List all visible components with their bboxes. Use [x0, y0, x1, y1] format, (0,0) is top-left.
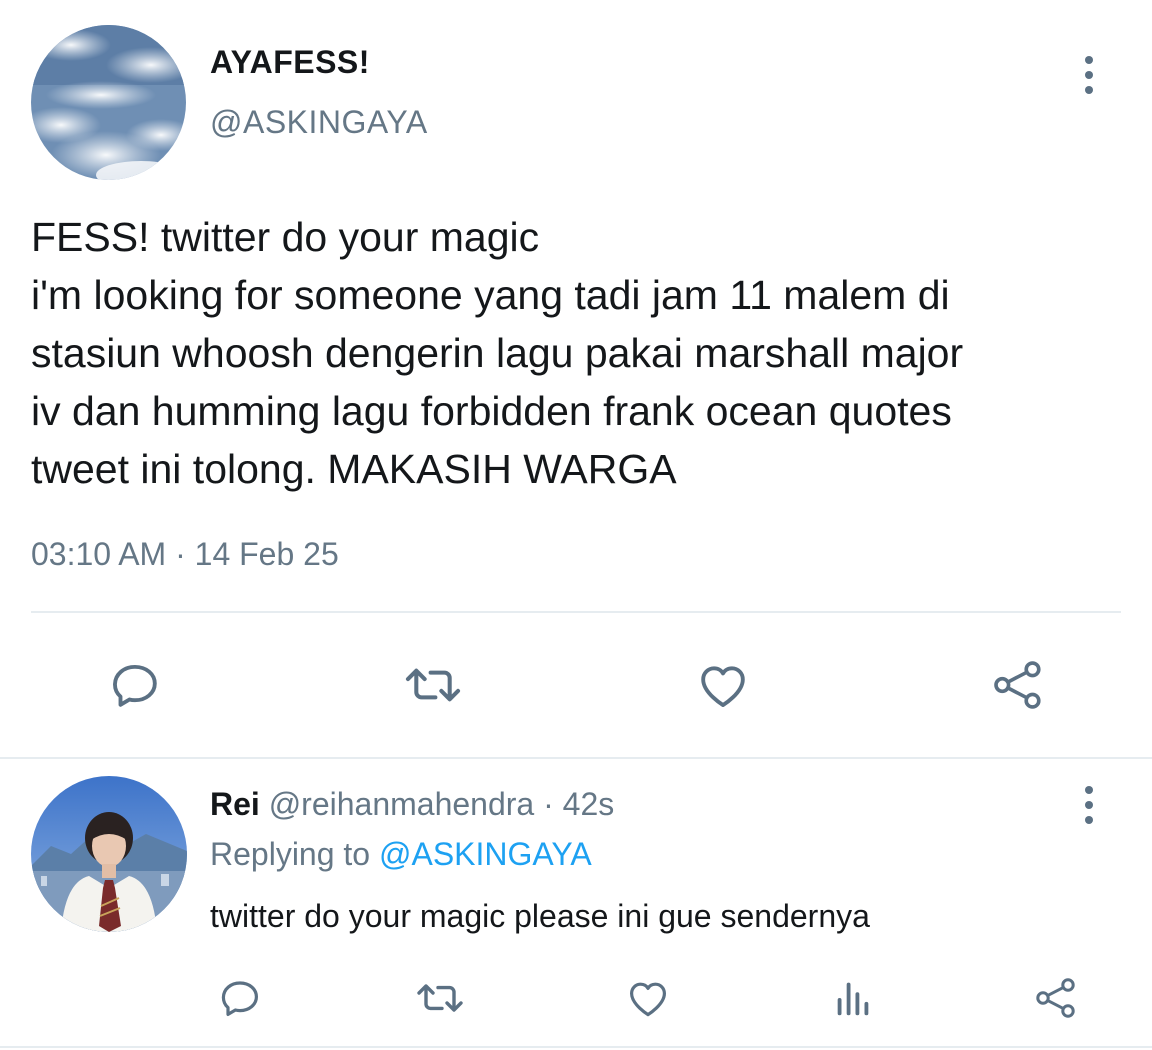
share-icon — [1035, 977, 1075, 1018]
more-options-button[interactable] — [1074, 56, 1104, 94]
main-tweet: AYAFESS! @ASKINGAYA FESS! twitter do you… — [0, 0, 1152, 757]
share-button[interactable] — [985, 655, 1050, 715]
tweet-text-line: FESS! twitter do your magic — [31, 214, 540, 260]
more-dot-icon — [1085, 786, 1093, 794]
like-button[interactable] — [690, 655, 755, 715]
like-icon — [700, 666, 745, 707]
more-dot-icon — [1085, 71, 1093, 79]
user-handle[interactable]: @ASKINGAYA — [210, 104, 428, 141]
mention-link[interactable]: @ASKINGAYA — [379, 836, 592, 872]
reply-user-avatar-image — [31, 776, 187, 932]
more-dot-icon — [1085, 801, 1093, 809]
tweet-text: FESS! twitter do your magic i'm looking … — [31, 208, 1141, 498]
more-options-button[interactable] — [1074, 786, 1104, 824]
display-name[interactable]: Rei — [210, 786, 260, 822]
divider — [31, 611, 1121, 613]
reply-header: Rei @reihanmahendra · 42s — [210, 786, 614, 823]
tweet-text-line: i'm looking for someone yang tadi jam 11… — [31, 272, 950, 318]
retweet-icon — [405, 668, 460, 702]
retweet-button[interactable] — [410, 970, 470, 1025]
share-button[interactable] — [1028, 970, 1083, 1025]
reply-button[interactable] — [100, 655, 170, 715]
analytics-button[interactable] — [825, 970, 880, 1025]
avatar[interactable] — [31, 776, 187, 932]
like-button[interactable] — [620, 970, 675, 1025]
user-handle-and-time[interactable]: @reihanmahendra · 42s — [269, 786, 615, 822]
replying-to: Replying to @ASKINGAYA — [210, 836, 592, 873]
share-icon — [993, 661, 1041, 709]
divider — [0, 757, 1152, 759]
tweet-text-line: tweet ini tolong. MAKASIH WARGA — [31, 446, 677, 492]
retweet-button[interactable] — [395, 655, 470, 715]
reply-icon — [221, 980, 258, 1016]
analytics-icon — [837, 982, 868, 1015]
more-dot-icon — [1085, 86, 1093, 94]
more-dot-icon — [1085, 816, 1093, 824]
display-name[interactable]: AYAFESS! — [210, 44, 370, 81]
tweet-timestamp[interactable]: 03:10 AM · 14 Feb 25 — [31, 536, 339, 573]
reply-text: twitter do your magic please ini gue sen… — [210, 898, 870, 934]
more-dot-icon — [1085, 56, 1093, 64]
replying-to-label: Replying to — [210, 836, 379, 872]
tweet-text-line: stasiun whoosh dengerin lagu pakai marsh… — [31, 330, 964, 376]
avatar[interactable] — [31, 25, 186, 180]
tweet-text-line: iv dan humming lagu forbidden frank ocea… — [31, 388, 952, 434]
reply-icon — [113, 664, 157, 707]
like-icon — [629, 982, 666, 1016]
retweet-icon — [417, 983, 463, 1012]
tweet-detail-page: AYAFESS! @ASKINGAYA FESS! twitter do you… — [0, 0, 1152, 1050]
sky-cloud-avatar-image — [31, 25, 186, 180]
divider — [0, 1046, 1152, 1048]
reply-button[interactable] — [212, 970, 267, 1025]
